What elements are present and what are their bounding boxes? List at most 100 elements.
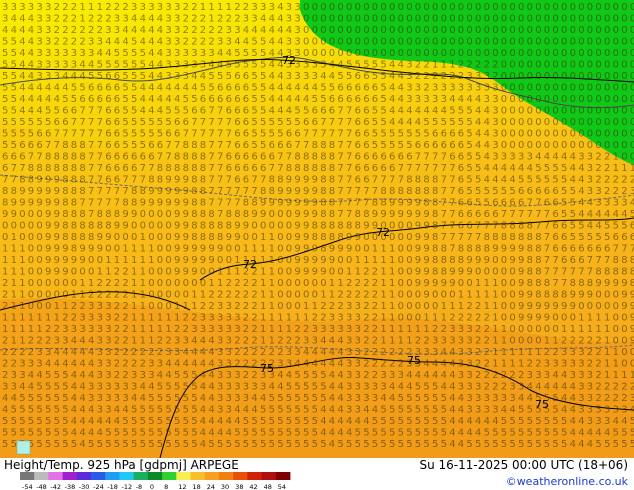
temperature-digit: 3 <box>226 393 232 404</box>
temperature-digit: 4 <box>157 25 163 36</box>
temperature-digit: 8 <box>208 221 214 232</box>
temperature-digit: 6 <box>346 83 352 94</box>
temperature-digit: 1 <box>11 313 17 324</box>
temperature-digit: 5 <box>165 382 171 393</box>
temperature-digit: 2 <box>441 71 447 82</box>
temperature-digit: 6 <box>492 209 498 220</box>
temperature-digit: 5 <box>329 83 335 94</box>
temperature-digit: 6 <box>251 152 257 163</box>
temperature-digit: 9 <box>621 290 627 301</box>
temperature-digit: 0 <box>621 106 627 117</box>
temperature-digit: 1 <box>148 255 154 266</box>
temperature-digit: 7 <box>217 175 223 186</box>
temperature-digit: 1 <box>389 255 395 266</box>
temperature-digit: 7 <box>105 186 111 197</box>
temperature-digit: 4 <box>105 37 111 48</box>
temperature-digit: 4 <box>269 48 275 59</box>
temperature-digit: 0 <box>148 267 154 278</box>
temperature-digit: 9 <box>45 255 51 266</box>
temperature-digit: 7 <box>329 129 335 140</box>
temperature-digit: 0 <box>613 324 619 335</box>
temperature-digit: 5 <box>269 393 275 404</box>
temperature-digit: 4 <box>208 359 214 370</box>
temperature-digit: 6 <box>105 117 111 128</box>
temperature-digit: 4 <box>71 382 77 393</box>
temperature-digit: 8 <box>423 175 429 186</box>
temperature-digit: 5 <box>131 439 137 450</box>
temperature-digit: 9 <box>587 290 593 301</box>
site-credit[interactable]: ©weatheronline.co.uk <box>506 475 628 488</box>
temperature-digit: 4 <box>337 382 343 393</box>
temperature-digit: 0 <box>595 71 601 82</box>
temperature-digit: 5 <box>535 428 541 439</box>
temperature-digit: 1 <box>363 255 369 266</box>
temperature-digit: 0 <box>337 2 343 13</box>
temperature-digit: 1 <box>380 290 386 301</box>
temperature-digit: 5 <box>398 129 404 140</box>
temperature-digit: 5 <box>88 71 94 82</box>
temperature-digit: 8 <box>157 175 163 186</box>
temperature-digit: 8 <box>62 209 68 220</box>
temperature-digit: 7 <box>88 117 94 128</box>
temperature-digit: 5 <box>157 129 163 140</box>
temperature-digit: 9 <box>294 198 300 209</box>
temperature-digit: 0 <box>406 37 412 48</box>
temperature-digit: 5 <box>165 428 171 439</box>
color-scale-swatch <box>105 472 120 480</box>
temperature-digit: 2 <box>71 14 77 25</box>
temperature-digit: 2 <box>372 313 378 324</box>
color-scale-label: 12 <box>178 483 186 490</box>
temperature-digit: 0 <box>630 71 634 82</box>
temperature-digit: 8 <box>28 175 34 186</box>
temperature-digit: 3 <box>449 336 455 347</box>
temperature-digit: 4 <box>28 48 34 59</box>
temperature-digit: 0 <box>372 14 378 25</box>
temperature-digit: 2 <box>621 382 627 393</box>
temperature-digit: 5 <box>466 117 472 128</box>
temperature-digit: 6 <box>114 175 120 186</box>
temperature-digit: 4 <box>140 14 146 25</box>
temperature-digit: 5 <box>380 71 386 82</box>
temperature-digit: 9 <box>312 198 318 209</box>
temperature-digit: 1 <box>79 290 85 301</box>
temperature-digit: 6 <box>466 198 472 209</box>
temperature-digit: 5 <box>183 382 189 393</box>
temperature-digit: 9 <box>183 267 189 278</box>
temperature-digit: 2 <box>604 382 610 393</box>
temperature-digit: 1 <box>621 163 627 174</box>
temperature-digit: 2 <box>183 313 189 324</box>
temperature-digit: 4 <box>509 163 515 174</box>
temperature-digit: 2 <box>79 37 85 48</box>
temperature-digit: 0 <box>509 106 515 117</box>
temperature-digit: 1 <box>389 313 395 324</box>
temperature-digit: 5 <box>380 117 386 128</box>
temperature-digit: 0 <box>165 232 171 243</box>
temperature-digit: 0 <box>423 37 429 48</box>
temperature-digit: 5 <box>200 83 206 94</box>
temperature-digit: 5 <box>518 405 524 416</box>
temperature-digit: 1 <box>260 255 266 266</box>
temperature-digit: 7 <box>518 209 524 220</box>
temperature-digit: 9 <box>122 209 128 220</box>
temperature-digit: 2 <box>2 370 8 381</box>
temperature-digit: 6 <box>114 117 120 128</box>
temperature-digit: 3 <box>355 370 361 381</box>
temperature-digit: 0 <box>595 37 601 48</box>
temperature-digit: 3 <box>226 347 232 358</box>
temperature-digit: 3 <box>243 14 249 25</box>
temperature-digit: 3 <box>277 359 283 370</box>
temperature-digit: 9 <box>45 209 51 220</box>
temperature-digit: 5 <box>441 416 447 427</box>
color-scale-swatch <box>275 472 291 480</box>
temperature-digit: 4 <box>415 117 421 128</box>
temperature-digit: 5 <box>312 94 318 105</box>
temperature-digit: 5 <box>423 416 429 427</box>
temperature-digit: 4 <box>604 428 610 439</box>
temperature-digit: 3 <box>441 83 447 94</box>
temperature-digit: 5 <box>415 439 421 450</box>
color-scale-swatch <box>247 472 262 480</box>
temperature-digit: 7 <box>88 186 94 197</box>
temperature-digit: 4 <box>79 71 85 82</box>
temperature-digit: 9 <box>509 244 515 255</box>
temperature-digit: 3 <box>97 405 103 416</box>
